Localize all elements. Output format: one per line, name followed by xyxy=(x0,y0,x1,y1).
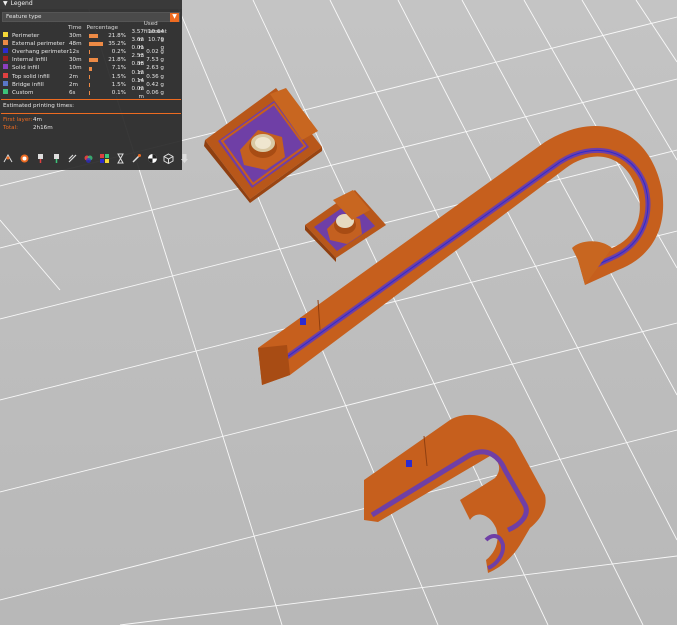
feature-name: Perimeter xyxy=(12,33,40,40)
feature-weight: 7.53 g xyxy=(146,57,164,64)
color-swatch xyxy=(3,48,8,54)
legend-row[interactable]: Custom 6s 0.1% 0.02 m 0.06 g xyxy=(0,86,182,100)
legend-row[interactable]: Overhang perimeter 12s 0.2% 0.01 m 0.02 … xyxy=(0,45,182,59)
feature-percentage: 1.5% xyxy=(111,81,126,88)
feature-weight: 0.02 g xyxy=(146,49,164,56)
color-swatch xyxy=(3,88,8,94)
feature-time: 30m xyxy=(69,57,82,64)
percentage-bar xyxy=(89,58,98,63)
legend-row[interactable]: External perimeter 48m 35.2% 3.62 m 10.7… xyxy=(0,37,182,51)
total-time: Total: 2h16m xyxy=(0,124,182,132)
feature-time: 12s xyxy=(69,49,80,56)
total-value: 2h16m xyxy=(33,124,53,131)
feature-percentage: 1.5% xyxy=(111,73,126,80)
percentage-bar xyxy=(89,82,90,87)
color-swatch xyxy=(3,80,8,86)
feature-weight: 2.63 g xyxy=(146,65,164,72)
color-swatch xyxy=(3,72,8,78)
color-swatch xyxy=(3,56,8,62)
deretractions-icon[interactable] xyxy=(50,151,63,165)
legend-row[interactable]: Bridge infill 2m 1.5% 0.14 m 0.42 g xyxy=(0,78,182,92)
feature-time: 6s xyxy=(69,89,76,96)
color-swatch xyxy=(3,64,8,70)
legend-separator xyxy=(1,112,181,114)
feature-name: Bridge infill xyxy=(12,81,44,88)
percentage-bar xyxy=(89,66,92,71)
feature-percentage: 21.8% xyxy=(108,57,126,64)
color-swatch xyxy=(3,32,8,38)
feature-time: 48m xyxy=(69,41,82,48)
feature-time: 2m xyxy=(69,73,79,80)
shells-icon[interactable] xyxy=(162,151,175,165)
column-time: Time xyxy=(67,25,82,31)
center-of-gravity-icon[interactable] xyxy=(146,151,159,165)
retractions-icon[interactable] xyxy=(34,151,47,165)
legend-row[interactable]: Solid infill 10m 7.1% 0.88 m 2.63 g xyxy=(0,61,182,76)
feature-percentage: 7.1% xyxy=(111,65,126,72)
feature-name: Internal infill xyxy=(12,57,48,64)
legend-row[interactable]: Top solid infill 2m 1.5% 0.12 m 0.36 g xyxy=(0,70,182,84)
feature-time: 30m xyxy=(69,33,82,40)
feature-name: Overhang perimeter xyxy=(12,49,69,56)
tool-marker-icon[interactable] xyxy=(178,151,191,165)
feature-weight: 0.06 g xyxy=(146,89,164,96)
legend-title: Legend xyxy=(10,0,33,8)
feature-percentage: 35.2% xyxy=(108,41,126,48)
color-swatch xyxy=(3,40,8,46)
estimated-times-title: Estimated printing times: xyxy=(3,102,75,109)
feature-time: 10m xyxy=(69,65,82,72)
legend-toolbar xyxy=(2,151,191,165)
tool-changes-icon[interactable] xyxy=(82,151,95,165)
wipe-icon[interactable] xyxy=(18,151,31,165)
percentage-bar xyxy=(89,90,90,95)
feature-weight: 0.42 g xyxy=(146,81,164,88)
seams-icon[interactable] xyxy=(66,151,79,165)
percentage-bar xyxy=(89,34,98,39)
percentage-bar xyxy=(89,50,90,55)
first-layer-time: First layer: 4m xyxy=(0,116,182,124)
first-layer-label: First layer: xyxy=(3,116,33,123)
feature-name: Custom xyxy=(12,89,34,96)
feature-name: Solid infill xyxy=(12,65,40,72)
feature-length: 0.02 m xyxy=(131,85,144,100)
feature-percentage: 0.1% xyxy=(111,89,126,96)
feature-percentage: 0.2% xyxy=(111,49,126,56)
view-type-value: Feature type xyxy=(6,13,42,20)
legend-separator xyxy=(1,98,181,100)
pause-icon[interactable] xyxy=(114,151,127,165)
feature-name: External perimeter xyxy=(12,41,65,48)
feature-weight: 0.36 g xyxy=(146,73,164,80)
legend-row[interactable]: Internal infill 30m 21.8% 2.53 m 7.53 g xyxy=(0,53,182,67)
legend-rows: Perimeter 30m 21.8% 3.57 m 10.64 g Exter… xyxy=(0,29,182,100)
feature-name: Top solid infill xyxy=(12,73,50,80)
color-changes-icon[interactable] xyxy=(98,151,111,165)
legend-panel: ▼ Legend Feature type ▼ Time Percentage … xyxy=(0,0,188,170)
percentage-bar xyxy=(89,42,103,47)
legend-header[interactable]: ▼ Legend xyxy=(0,0,182,9)
custom-gcode-icon[interactable] xyxy=(130,151,143,165)
first-layer-value: 4m xyxy=(33,116,43,123)
total-label: Total: xyxy=(3,124,18,131)
percentage-bar xyxy=(89,74,90,79)
feature-time: 2m xyxy=(69,81,79,88)
travel-icon[interactable] xyxy=(2,151,15,165)
collapse-triangle-icon[interactable]: ▼ xyxy=(3,0,8,8)
feature-percentage: 21.8% xyxy=(108,33,126,40)
